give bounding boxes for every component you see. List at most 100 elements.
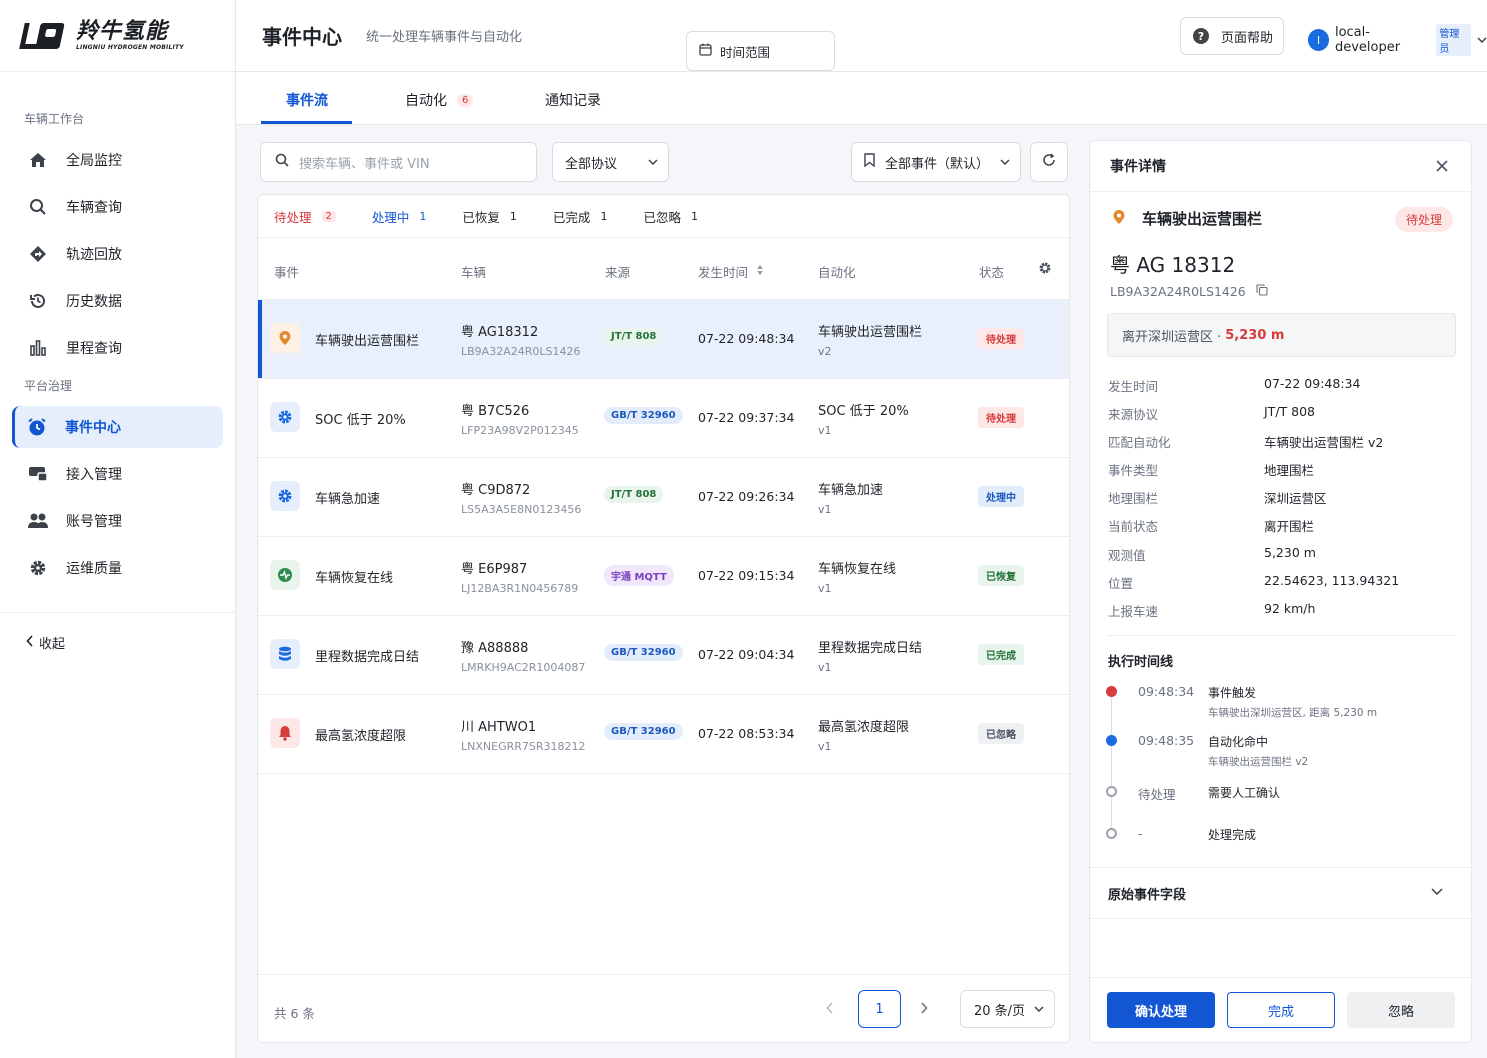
chevron-down-icon xyxy=(1477,33,1487,48)
status-tab-label: 处理中 xyxy=(371,209,410,225)
automation-name: 车辆驶出运营围栏 xyxy=(818,325,923,340)
page-help-button[interactable]: ? 页面帮助 xyxy=(1180,17,1284,55)
sidebar-item-accounts[interactable]: 账号管理 xyxy=(12,500,223,542)
timeline-time: - xyxy=(1138,826,1143,841)
event-time: 07-22 09:15:34 xyxy=(698,568,795,583)
tab-event-stream[interactable]: 事件流 xyxy=(286,90,328,110)
page-size-select[interactable]: 20 条/页 xyxy=(960,990,1055,1028)
sidebar-item-label: 接入管理 xyxy=(66,467,122,483)
status-tab-count: 1 xyxy=(509,209,517,223)
status-tab-pending[interactable]: 待处理 2 xyxy=(274,207,336,226)
refresh-icon xyxy=(1042,153,1056,171)
table-row[interactable]: 最高氢浓度超限 川 AHTWO1 LNXNEGRR7SR318212 GB/T … xyxy=(258,695,1069,774)
sidebar-item-ops-quality[interactable]: 运维质量 xyxy=(12,547,223,589)
sort-icon xyxy=(756,264,764,279)
sidebar-item-label: 历史数据 xyxy=(66,294,122,310)
col-event: 事件 xyxy=(274,265,300,280)
table-row[interactable]: SOC 低于 20% 粤 B7C526 LFP23A98V2P012345 GB… xyxy=(258,379,1069,458)
sidebar-item-history[interactable]: 历史数据 xyxy=(12,280,223,322)
alert-value: 5,230 m xyxy=(1225,327,1285,343)
timeline-time: 待处理 xyxy=(1138,787,1176,802)
table-row[interactable]: 车辆驶出运营围栏 粤 AG18312 LB9A32A24R0LS1426 JT/… xyxy=(258,300,1069,379)
event-list-panel: 待处理 2 处理中 1 已恢复 1 已完成 1 已忽略 1 事件 车辆 来源 发生时间 自… xyxy=(257,194,1070,1043)
source-badge: JT/T 808 xyxy=(604,328,664,345)
nav-group-platform: 平台治理 xyxy=(24,379,73,393)
table-header: 事件 车辆 来源 发生时间 自动化 状态 xyxy=(258,238,1069,300)
raw-fields-label: 原始事件字段 xyxy=(1108,887,1187,903)
sidebar-item-access[interactable]: 接入管理 xyxy=(12,453,223,495)
complete-button[interactable]: 完成 xyxy=(1227,992,1335,1028)
timeline-event: 需要人工确认 xyxy=(1208,786,1281,800)
field-key: 发生时间 xyxy=(1108,379,1159,394)
saved-view-select[interactable]: 全部事件（默认） xyxy=(851,142,1021,182)
divider xyxy=(1107,635,1456,636)
home-icon xyxy=(28,150,48,170)
vehicle-vin: LJ12BA3R1N0456789 xyxy=(461,582,579,595)
bar-chart-icon xyxy=(28,338,48,358)
field-key: 观测值 xyxy=(1108,548,1146,563)
raw-fields-toggle[interactable]: 原始事件字段 xyxy=(1090,867,1471,919)
chevron-down-icon xyxy=(1034,1002,1044,1017)
chevron-left-icon[interactable] xyxy=(826,999,834,1018)
sidebar-item-mileage[interactable]: 里程查询 xyxy=(12,327,223,369)
col-time-sort[interactable]: 发生时间 xyxy=(698,262,764,281)
timeline-event: 自动化命中 xyxy=(1208,735,1269,749)
time-range-picker[interactable]: 时间范围 xyxy=(686,31,835,71)
users-icon xyxy=(28,511,48,531)
location-pin-icon xyxy=(270,323,300,353)
heartbeat-icon xyxy=(270,560,300,590)
page-button-current[interactable]: 1 xyxy=(858,990,901,1028)
field-key: 当前状态 xyxy=(1108,519,1159,534)
field-value: 离开围栏 xyxy=(1264,519,1315,534)
status-tab-label: 已恢复 xyxy=(462,209,500,225)
sidebar-item-monitor[interactable]: 全局监控 xyxy=(12,139,223,181)
vehicle-plate: 豫 A88888 xyxy=(461,641,529,656)
status-tab-recovered[interactable]: 已恢复 1 xyxy=(462,207,517,226)
protocol-value: 全部协议 xyxy=(565,156,618,172)
automation-name: 车辆急加速 xyxy=(818,483,884,498)
status-tab-done[interactable]: 已完成 1 xyxy=(553,207,608,226)
detail-plate: 粤 AG 18312 xyxy=(1110,253,1236,277)
status-tab-processing[interactable]: 处理中 1 xyxy=(372,207,427,226)
collapse-sidebar-button[interactable]: 收起 xyxy=(0,612,235,652)
gear-icon xyxy=(270,481,300,511)
field-value: JT/T 808 xyxy=(1264,404,1316,419)
automation-version: v1 xyxy=(818,424,832,437)
timeline-title: 执行时间线 xyxy=(1108,655,1174,670)
detail-vin-text: LB9A32A24R0LS1426 xyxy=(1110,284,1246,299)
tab-automation[interactable]: 自动化 6 xyxy=(405,90,474,110)
sidebar-item-event-center[interactable]: 事件中心 xyxy=(12,406,223,448)
table-row[interactable]: 车辆恢复在线 粤 E6P987 LJ12BA3R1N0456789 宇通 MQT… xyxy=(258,537,1069,616)
source-badge: GB/T 32960 xyxy=(604,723,683,740)
tab-notification-log[interactable]: 通知记录 xyxy=(545,90,601,110)
alarm-clock-icon xyxy=(27,417,47,437)
field-key: 事件类型 xyxy=(1108,463,1159,478)
sidebar-item-vehicle-query[interactable]: 车辆查询 xyxy=(12,186,223,228)
total-count: 共 6 条 xyxy=(274,1006,315,1021)
refresh-button[interactable] xyxy=(1030,142,1068,182)
status-tab-ignored[interactable]: 已忽略 1 xyxy=(643,207,698,226)
protocol-select[interactable]: 全部协议 xyxy=(552,142,669,182)
ignore-button[interactable]: 忽略 xyxy=(1347,992,1455,1028)
source-badge: GB/T 32960 xyxy=(604,644,683,661)
field-key: 上报车速 xyxy=(1108,604,1159,619)
user-menu[interactable]: l local-developer 管理员 xyxy=(1308,24,1487,56)
user-name: local-developer xyxy=(1334,25,1401,55)
sidebar-item-track-replay[interactable]: 轨迹回放 xyxy=(12,233,223,275)
copy-icon[interactable] xyxy=(1256,284,1268,299)
nav-group-vehicle: 车辆工作台 xyxy=(24,112,85,126)
column-settings-button[interactable] xyxy=(1038,261,1052,278)
automation-version: v1 xyxy=(818,661,832,674)
timeline-event: 处理完成 xyxy=(1208,828,1257,842)
chevron-right-icon[interactable] xyxy=(920,999,928,1018)
confirm-handle-button[interactable]: 确认处理 xyxy=(1107,992,1215,1028)
brand-logo[interactable]: 羚牛氢能 LINGNIU HYDROGEN MOBILITY xyxy=(0,0,235,72)
search-input[interactable]: 搜索车辆、事件或 VIN xyxy=(260,142,537,182)
vehicle-vin: LMRKH9AC2R1004087 xyxy=(461,661,586,674)
close-icon[interactable] xyxy=(1435,157,1449,178)
sidebar-item-label: 里程查询 xyxy=(66,341,122,357)
table-row[interactable]: 车辆急加速 粤 C9D872 LS5A3A5E8N0123456 JT/T 80… xyxy=(258,458,1069,537)
table-row[interactable]: 里程数据完成日结 豫 A88888 LMRKH9AC2R1004087 GB/T… xyxy=(258,616,1069,695)
event-name: 车辆恢复在线 xyxy=(315,571,394,586)
chevron-left-icon xyxy=(26,634,34,651)
